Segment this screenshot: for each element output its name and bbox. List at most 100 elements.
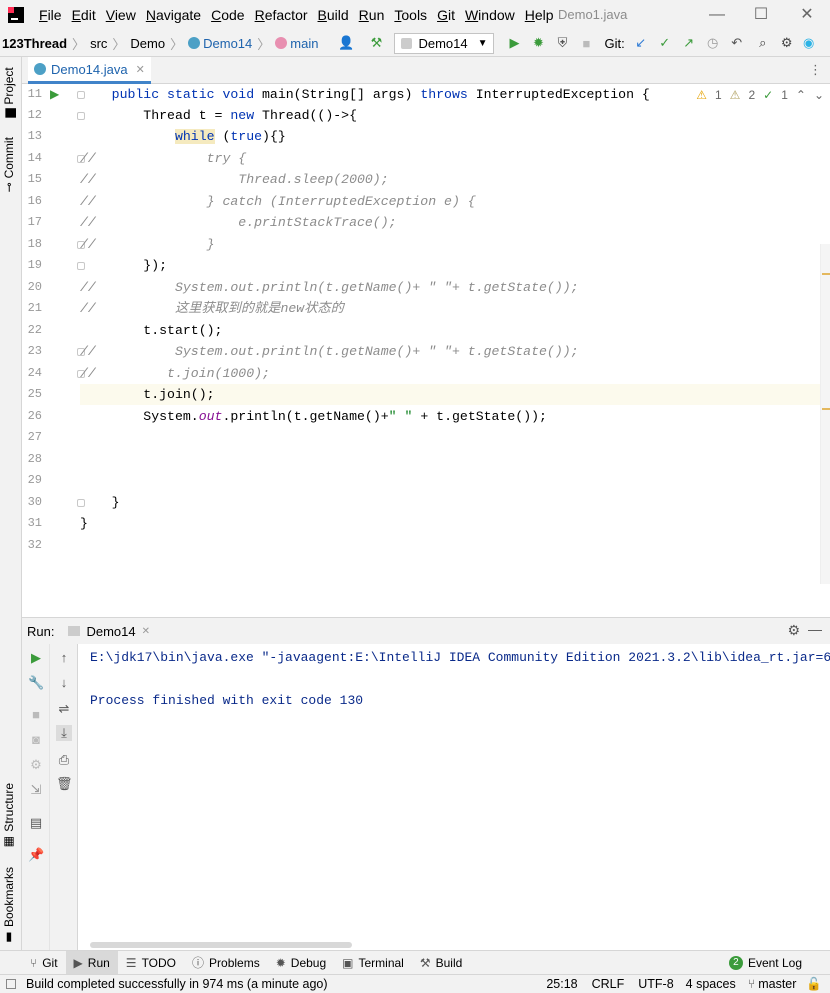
- tab-debug[interactable]: ✹ Debug: [268, 951, 334, 975]
- scroll-to-end-icon[interactable]: ⤓: [56, 725, 72, 741]
- wrench-icon[interactable]: 🔧: [28, 675, 44, 691]
- tab-debug-label: Debug: [290, 955, 327, 970]
- event-log-button[interactable]: 2 Event Log: [721, 951, 810, 975]
- settings-gear-icon[interactable]: ⚙: [787, 622, 800, 639]
- console-output[interactable]: E:\jdk17\bin\java.exe "-javaagent:E:\Int…: [78, 644, 830, 950]
- menu-git[interactable]: Git: [432, 7, 460, 23]
- debug-icon[interactable]: ✹: [528, 33, 548, 53]
- java-class-icon: [401, 37, 413, 49]
- run-gutter-icon[interactable]: ▶: [50, 87, 59, 101]
- tab-todo[interactable]: ☰ TODO: [118, 951, 184, 975]
- git-commit-icon[interactable]: ✓: [655, 33, 675, 53]
- code-with-me-icon[interactable]: ◉: [799, 33, 819, 53]
- caret-position[interactable]: 25:18: [546, 977, 577, 991]
- warning-marker[interactable]: [822, 273, 830, 275]
- minimize-icon[interactable]: —: [706, 4, 728, 26]
- tab-terminal[interactable]: ▣ Terminal: [334, 951, 412, 975]
- tab-demo14-java[interactable]: Demo14.java ✕: [28, 57, 151, 84]
- chevron-right-icon: 〉: [170, 36, 184, 52]
- status-message[interactable]: Build completed successfully in 974 ms (…: [26, 977, 328, 991]
- build-hammer-icon[interactable]: ⚒: [366, 33, 386, 53]
- bookmarks-tool-tab[interactable]: ▮ Bookmarks: [2, 867, 16, 945]
- code-editor[interactable]: 11 12 13 14 15 16 17 18 19 20 21 22 23 2…: [22, 84, 830, 617]
- tab-git[interactable]: ⑂ Git: [22, 951, 66, 975]
- run-tab-label: Demo14: [86, 623, 136, 639]
- pin-icon[interactable]: 📌: [28, 847, 44, 863]
- vertical-scrollbar[interactable]: [820, 244, 830, 584]
- tab-build[interactable]: ⚒ Build: [412, 951, 470, 975]
- layout-icon[interactable]: ▤: [28, 815, 44, 831]
- stop-icon[interactable]: ■: [576, 33, 596, 53]
- run-tab[interactable]: Demo14 ✕: [68, 624, 150, 639]
- run-config-select[interactable]: Demo14 ▼: [394, 32, 495, 54]
- code-line: });: [80, 258, 168, 273]
- status-toggle-icon[interactable]: [6, 979, 16, 989]
- git-update-icon[interactable]: ↙: [631, 33, 651, 53]
- structure-icon: ▦: [2, 835, 16, 850]
- close-tab-icon[interactable]: ✕: [136, 63, 145, 76]
- line-number: 15: [27, 172, 42, 186]
- coverage-icon[interactable]: ⛨: [552, 33, 572, 53]
- close-icon[interactable]: ✕: [796, 4, 818, 26]
- lock-icon[interactable]: 🔓: [806, 977, 822, 992]
- menu-tools[interactable]: Tools: [389, 7, 432, 23]
- rollback-icon[interactable]: ↶: [727, 33, 747, 53]
- line-number: 26: [27, 409, 42, 423]
- breadcrumb-src[interactable]: src: [90, 36, 107, 51]
- settings-gear-icon[interactable]: ⚙: [777, 33, 797, 53]
- stop-icon[interactable]: ■: [28, 707, 44, 723]
- menu-view[interactable]: View: [101, 7, 141, 23]
- git-branch-icon: ⑂: [30, 955, 38, 970]
- menu-code[interactable]: Code: [206, 7, 249, 23]
- horizontal-scrollbar[interactable]: [90, 942, 352, 948]
- exit-icon[interactable]: ⇲: [28, 782, 44, 798]
- menu-build[interactable]: Build: [313, 7, 354, 23]
- close-tab-icon[interactable]: ✕: [142, 626, 150, 637]
- rerun-icon[interactable]: ▶: [28, 650, 44, 666]
- tab-problems[interactable]: ⓘ Problems: [184, 951, 268, 975]
- class-icon: [188, 37, 201, 49]
- breadcrumb-package[interactable]: Demo: [130, 36, 165, 51]
- project-tool-tab[interactable]: ▆ Project: [2, 67, 16, 118]
- line-separator[interactable]: CRLF: [592, 977, 625, 991]
- arrow-up-icon[interactable]: ↑: [56, 650, 72, 666]
- history-icon[interactable]: ◷: [703, 33, 723, 53]
- print-icon[interactable]: ⎙: [56, 752, 72, 768]
- camera-icon[interactable]: ◙: [28, 732, 44, 748]
- breadcrumb-method-label: main: [290, 35, 319, 51]
- user-icon[interactable]: 👤: [336, 33, 356, 53]
- structure-tool-tab[interactable]: ▦ Structure: [2, 783, 16, 850]
- breadcrumb-project[interactable]: 123Thread: [2, 36, 67, 51]
- menu-navigate[interactable]: Navigate: [141, 7, 206, 23]
- settings-gear-icon[interactable]: ⚙: [28, 757, 44, 773]
- arrow-down-icon[interactable]: ↓: [56, 675, 72, 691]
- trash-icon[interactable]: 🗑: [56, 776, 73, 792]
- file-encoding[interactable]: UTF-8: [638, 977, 673, 991]
- indent-setting[interactable]: 4 spaces: [686, 977, 736, 991]
- breadcrumb-class[interactable]: Demo14: [188, 36, 252, 51]
- search-icon[interactable]: ⌕: [753, 33, 773, 53]
- menu-edit[interactable]: Edit: [67, 7, 101, 23]
- code-line: // System.out.println(t.getName()+ " "+ …: [80, 280, 579, 295]
- maximize-icon[interactable]: ☐: [750, 4, 772, 26]
- git-push-icon[interactable]: ↗: [679, 33, 699, 53]
- menu-run[interactable]: Run: [354, 7, 390, 23]
- run-icon[interactable]: ▶: [504, 33, 524, 53]
- breadcrumb-method[interactable]: main: [275, 36, 318, 51]
- menu-file[interactable]: File: [34, 7, 67, 23]
- git-branch[interactable]: master: [758, 977, 796, 991]
- code-line: System.out.println(t.getName()+" " + t.g…: [80, 409, 547, 424]
- soft-wrap-icon[interactable]: ⇌: [56, 701, 72, 717]
- commit-tool-tab[interactable]: ⊸ Commit: [2, 137, 16, 192]
- editor-tab-bar: Demo14.java ✕ ⋮: [22, 57, 830, 84]
- tab-run[interactable]: ▶ Run: [65, 950, 118, 975]
- code-line: // try {: [80, 151, 247, 166]
- more-menu-icon[interactable]: ⋮: [809, 62, 822, 78]
- menu-refactor[interactable]: Refactor: [250, 7, 313, 23]
- line-number: 28: [27, 452, 42, 466]
- warning-marker[interactable]: [822, 408, 830, 410]
- menu-window[interactable]: Window: [460, 7, 520, 23]
- code-line: }: [80, 495, 120, 510]
- menu-help[interactable]: Help: [520, 7, 559, 23]
- hide-panel-icon[interactable]: —: [808, 621, 822, 637]
